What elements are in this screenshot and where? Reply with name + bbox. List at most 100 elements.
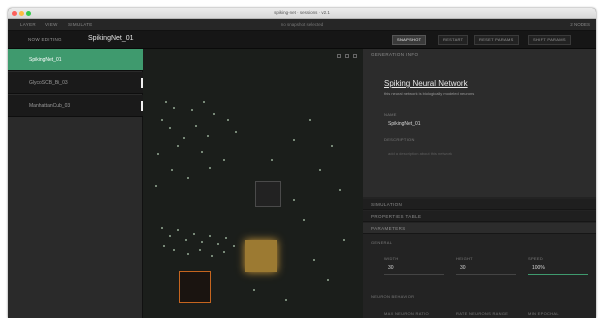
neuron-dot: [177, 145, 179, 147]
reset-params-button[interactable]: RESET PARAMS: [474, 35, 519, 45]
width-label: WIDTH: [384, 256, 399, 261]
simulation-canvas[interactable]: [143, 49, 363, 318]
snapshot-status: no snapshot selected: [280, 22, 324, 27]
neuron-dot: [227, 119, 229, 121]
neuron-dot: [161, 227, 163, 229]
min-epochal-label: MIN EPOCHAL: [528, 311, 559, 316]
shift-params-button[interactable]: SHIFT PARAMS: [528, 35, 571, 45]
neuron-dot: [173, 107, 175, 109]
neuron-dot: [173, 249, 175, 251]
network-item-label: ManhattanCub_03: [29, 103, 71, 109]
neuron-dot: [165, 101, 167, 103]
snapshot-button[interactable]: SNAPSHOT: [392, 35, 427, 45]
network-item-glycoscb[interactable]: GlycoSCB_Bi_03: [8, 72, 143, 94]
section-title: PROPERTIES TABLE: [371, 214, 422, 219]
neuron-dot: [285, 299, 287, 301]
neuron-dot: [233, 245, 235, 247]
neuron-dot: [191, 109, 193, 111]
neuron-dot: [313, 259, 315, 261]
neuron-dot: [339, 189, 341, 191]
section-simulation[interactable]: SIMULATION: [363, 199, 596, 210]
restart-button[interactable]: RESTART: [438, 35, 469, 45]
neuron-group-label: NEURON BEHAVIOR: [371, 294, 415, 299]
properties-panel: GENERATION INFO Spiking Neural Network t…: [363, 49, 596, 318]
neuron-dot: [303, 219, 305, 221]
neuron-dot: [163, 245, 165, 247]
menu-bar: LAYER VIEW SIMULATE no snapshot selected…: [8, 19, 596, 31]
current-network-name: SpikingNet_01: [88, 35, 134, 42]
section-parameters[interactable]: PARAMETERS: [363, 223, 596, 234]
neuron-dot: [171, 169, 173, 171]
neuron-dot: [201, 151, 203, 153]
toolbar: NOW EDITING SpikingNet_01 SNAPSHOT RESTA…: [8, 31, 596, 49]
neuron-dot: [169, 127, 171, 129]
neuron-dot: [225, 237, 227, 239]
network-item-manhattancub[interactable]: ManhattanCub_03: [8, 95, 143, 117]
neuron-dot: [177, 229, 179, 231]
fit-view-icon[interactable]: [353, 54, 357, 58]
generation-info-title: GENERATION INFO: [371, 52, 419, 57]
neuron-dot: [223, 251, 225, 253]
neuron-dot: [271, 159, 273, 161]
neuron-dot: [309, 119, 311, 121]
network-type-title[interactable]: Spiking Neural Network: [384, 79, 468, 88]
neuron-dot: [209, 235, 211, 237]
neuron-dot: [201, 241, 203, 243]
neuron-dot: [211, 255, 213, 257]
rate-neurons-range-label: RATE NEURONS RANGE: [456, 311, 509, 316]
neuron-dot: [319, 169, 321, 171]
network-item-label: SpikingNet_01: [29, 57, 62, 63]
network-item-label: GlycoSCB_Bi_03: [29, 80, 68, 86]
neuron-node-selected[interactable]: [179, 271, 211, 303]
neuron-dot: [213, 113, 215, 115]
canvas-controls: [337, 54, 357, 58]
section-title: PARAMETERS: [371, 226, 406, 231]
neuron-dot: [195, 125, 197, 127]
neuron-dot: [343, 239, 345, 241]
neuron-dot: [169, 235, 171, 237]
section-title: SIMULATION: [371, 202, 403, 207]
height-label: HEIGHT: [456, 256, 473, 261]
neuron-dot: [223, 159, 225, 161]
neuron-node-idle[interactable]: [255, 181, 281, 207]
width-input[interactable]: 30: [388, 265, 394, 271]
editing-mode-label: NOW EDITING: [28, 37, 62, 42]
neuron-dot: [155, 185, 157, 187]
description-field-label: DESCRIPTION: [384, 137, 415, 142]
neuron-dot: [187, 177, 189, 179]
zoom-in-icon[interactable]: [337, 54, 341, 58]
neuron-dot: [185, 239, 187, 241]
neuron-dot: [161, 119, 163, 121]
zoom-out-icon[interactable]: [345, 54, 349, 58]
speed-underline: [528, 274, 588, 275]
neuron-dot: [293, 139, 295, 141]
neuron-dot: [217, 243, 219, 245]
window-title: spiking-net · sessions · v2.1: [274, 10, 330, 15]
title-bar: spiking-net · sessions · v2.1: [8, 8, 596, 19]
network-item-spikingnet[interactable]: SpikingNet_01: [8, 49, 143, 71]
app-window: spiking-net · sessions · v2.1 LAYER VIEW…: [8, 8, 596, 318]
speed-input[interactable]: 100%: [532, 265, 545, 271]
neuron-dot: [193, 233, 195, 235]
neuron-dot: [203, 101, 205, 103]
name-field[interactable]: SpikingNet_01: [388, 121, 421, 127]
neuron-dot: [235, 131, 237, 133]
name-field-label: NAME: [384, 112, 397, 117]
section-properties-table[interactable]: PROPERTIES TABLE: [363, 211, 596, 222]
network-list: SpikingNet_01 GlycoSCB_Bi_03 ManhattanCu…: [8, 49, 143, 318]
neuron-dot: [157, 153, 159, 155]
neuron-dot: [327, 279, 329, 281]
neuron-dot: [207, 135, 209, 137]
neuron-node-active[interactable]: [245, 240, 277, 272]
height-underline: [456, 274, 516, 275]
height-input[interactable]: 30: [460, 265, 466, 271]
neuron-dot: [199, 249, 201, 251]
node-count: 2 NODES: [570, 22, 590, 27]
neuron-dot: [187, 253, 189, 255]
max-neuron-ratio-label: MAX NEURON RATIO: [384, 311, 429, 316]
neuron-dot: [209, 167, 211, 169]
description-field[interactable]: add a description about this network: [388, 151, 452, 156]
generation-info-block: GENERATION INFO Spiking Neural Network t…: [363, 49, 596, 197]
neuron-dot: [331, 145, 333, 147]
neuron-dot: [183, 137, 185, 139]
